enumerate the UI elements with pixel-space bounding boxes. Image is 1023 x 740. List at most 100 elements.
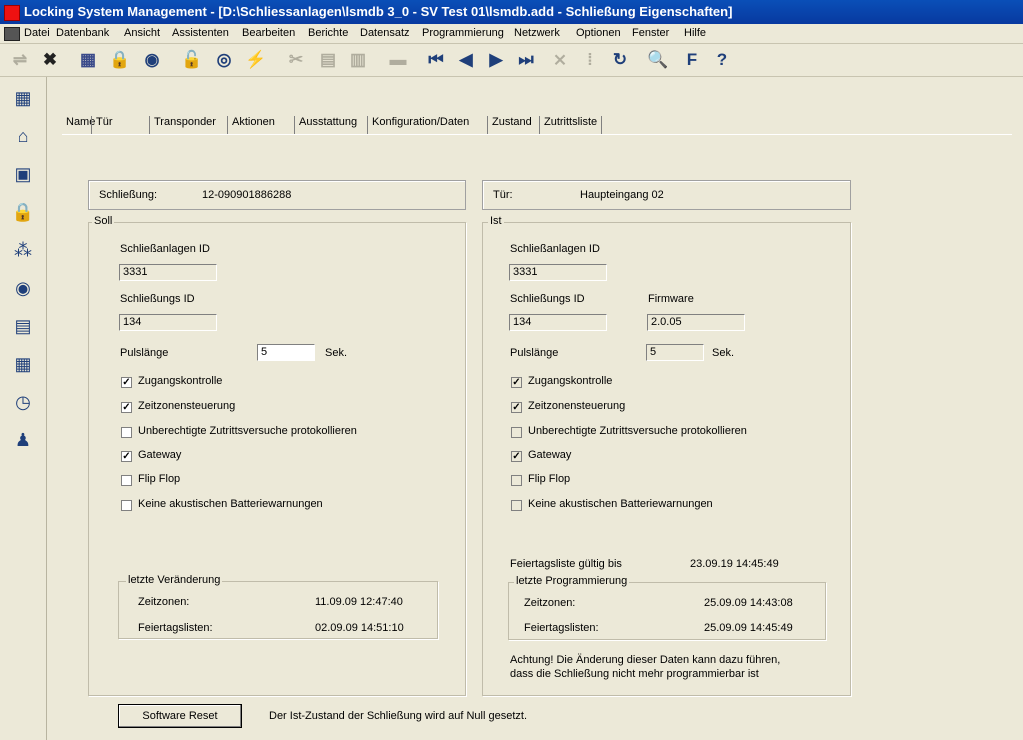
print-icon[interactable]: ▬ xyxy=(386,48,410,72)
search-icon[interactable]: 🔍 xyxy=(646,48,670,72)
soll-pulse-input[interactable]: 5 xyxy=(257,344,315,361)
title-bar[interactable]: Locking System Management - [D:\Schliess… xyxy=(0,0,1023,24)
menu-fenster[interactable]: Fenster xyxy=(632,27,669,39)
menu-berichte[interactable]: Berichte xyxy=(308,27,348,39)
ist-zeitzonensteuerung-checkbox: ✓ xyxy=(511,402,522,413)
ist-system-id-label: Schließanlagen ID xyxy=(510,243,600,255)
filter-icon[interactable]: F xyxy=(680,48,704,72)
soll-gateway-label: Gateway xyxy=(138,449,182,461)
ist-timezones-label: Zeitzonen: xyxy=(524,597,576,609)
transponder-query-icon[interactable]: ◎ xyxy=(212,48,236,72)
add-lock-icon[interactable]: 🔒 xyxy=(108,48,132,72)
soll-zeitzonensteuerung-checkbox[interactable]: ✓ xyxy=(121,402,132,413)
menu-hilfe[interactable]: Hilfe xyxy=(684,27,706,39)
ist-zugangskontrolle-label: Zugangskontrolle xyxy=(528,375,613,387)
prev-record-icon[interactable]: ◀ xyxy=(454,48,478,72)
soll-timezones-value: 11.09.09 12:47:40 xyxy=(315,596,403,608)
home-icon[interactable]: ⌂ xyxy=(10,123,36,149)
soll-zugangskontrolle-label: Zugangskontrolle xyxy=(138,375,223,387)
ist-pulse-unit: Sek. xyxy=(712,347,735,359)
soll-system-id-field[interactable]: 3331 xyxy=(119,264,217,281)
lock-value: 12-090901886288 xyxy=(202,189,292,201)
paste-icon[interactable]: ▥ xyxy=(346,48,370,72)
ist-zeitzonensteuerung-label: Zeitzonensteuerung xyxy=(528,400,626,412)
transponder-icon[interactable]: ◉ xyxy=(10,275,36,301)
menu-bearbeiten[interactable]: Bearbeiten xyxy=(242,27,295,39)
soll-flipflop-label: Flip Flop xyxy=(138,473,181,485)
door-value: Haupteingang 02 xyxy=(580,189,664,201)
ist-programming-title: letzte Programmierung xyxy=(514,575,630,587)
ist-warning-line2: dass die Schließung nicht mehr programmi… xyxy=(510,668,759,680)
person-icon[interactable]: ♟ xyxy=(10,427,36,453)
side-toolbar: ▦ ⌂ ▣ 🔒 ⁂ ◉ ▤ ▦ ◷ ♟ xyxy=(0,77,47,740)
ist-holidays-value: 25.09.09 14:45:49 xyxy=(704,622,793,634)
table-icon[interactable]: ▤ xyxy=(10,313,36,339)
soll-batteriewarnungen-checkbox[interactable] xyxy=(121,500,132,511)
group-icon[interactable]: ⁂ xyxy=(10,237,36,263)
ist-holiday-valid-label: Feiertagsliste gültig bis xyxy=(510,558,622,570)
menu-datenbank[interactable]: Datenbank xyxy=(56,27,109,39)
menu-optionen[interactable]: Optionen xyxy=(576,27,621,39)
soll-lock-id-field[interactable]: 134 xyxy=(119,314,217,331)
soll-batteriewarnungen-label: Keine akustischen Batteriewarnungen xyxy=(138,498,323,510)
menu-datei[interactable]: Datei xyxy=(24,27,50,39)
software-reset-button[interactable]: Software Reset xyxy=(118,704,242,728)
clock-icon[interactable]: ◷ xyxy=(10,389,36,415)
ist-lock-id-field: 134 xyxy=(509,314,607,331)
save-record-icon[interactable]: ⁞ xyxy=(578,48,602,72)
menu-assistenten[interactable]: Assistenten xyxy=(172,27,229,39)
tab-zutrittsliste[interactable]: Zutrittsliste xyxy=(539,116,603,134)
tab-ausstattung[interactable]: Ausstattung xyxy=(294,116,357,134)
help-icon[interactable]: ? xyxy=(710,48,734,72)
tab-tuer[interactable]: Tür xyxy=(91,116,113,134)
ist-protokollieren-checkbox xyxy=(511,427,522,438)
soll-flipflop-checkbox[interactable] xyxy=(121,475,132,486)
soll-protokollieren-checkbox[interactable] xyxy=(121,427,132,438)
soll-zeitzonensteuerung-label: Zeitzonensteuerung xyxy=(138,400,236,412)
menu-ansicht[interactable]: Ansicht xyxy=(124,27,160,39)
tab-zustand[interactable]: Zustand xyxy=(487,116,532,134)
door-icon[interactable]: ▣ xyxy=(10,161,36,187)
soll-pulse-label: Pulslänge xyxy=(120,347,169,359)
soll-pulse-unit: Sek. xyxy=(325,347,348,359)
tab-divider xyxy=(62,134,1012,135)
ist-holidays-label: Feiertagslisten: xyxy=(524,622,599,634)
delete-record-icon[interactable]: ⨯ xyxy=(548,48,572,72)
arrow-icon[interactable]: ⇌ xyxy=(8,48,32,72)
menu-programmierung[interactable]: Programmierung xyxy=(422,27,504,39)
menu-datensatz[interactable]: Datensatz xyxy=(360,27,410,39)
refresh-icon[interactable]: ↻ xyxy=(608,48,632,72)
document-window-icon[interactable] xyxy=(4,27,20,41)
lock-icon[interactable]: 🔒 xyxy=(10,199,36,225)
lightning-icon[interactable]: ⚡ xyxy=(244,48,268,72)
soll-lock-id-label: Schließungs ID xyxy=(120,293,195,305)
soll-title: Soll xyxy=(92,215,115,227)
ist-batteriewarnungen-checkbox xyxy=(511,500,522,511)
soll-holidays-label: Feiertagslisten: xyxy=(138,622,213,634)
ist-gateway-checkbox: ✓ xyxy=(511,451,522,462)
tab-konfiguration-daten[interactable]: Konfiguration/Daten xyxy=(367,116,469,134)
last-record-icon[interactable]: ⏭ xyxy=(514,48,538,72)
ist-lock-id-label: Schließungs ID xyxy=(510,293,585,305)
tab-transponder[interactable]: Transponder xyxy=(149,116,216,134)
copy-icon[interactable]: ▤ xyxy=(316,48,340,72)
add-transponder-icon[interactable]: ◉ xyxy=(140,48,164,72)
add-record-icon[interactable]: ▦ xyxy=(76,48,100,72)
soll-holidays-value: 02.09.09 14:51:10 xyxy=(315,622,404,634)
ist-zugangskontrolle-checkbox: ✓ xyxy=(511,377,522,388)
lock-query-icon[interactable]: 🔓 xyxy=(180,48,204,72)
cut-icon[interactable]: ✂ xyxy=(284,48,308,72)
lock-info-box: Schließung: 12-090901886288 xyxy=(88,180,466,210)
first-record-icon[interactable]: ⏮ xyxy=(424,48,448,72)
soll-zugangskontrolle-checkbox[interactable]: ✓ xyxy=(121,377,132,388)
grid-view-icon[interactable]: ▦ xyxy=(10,85,36,111)
calendar-icon[interactable]: ▦ xyxy=(10,351,36,377)
ist-firmware-field: 2.0.05 xyxy=(647,314,745,331)
next-record-icon[interactable]: ▶ xyxy=(484,48,508,72)
ist-flipflop-label: Flip Flop xyxy=(528,473,571,485)
delete-x-icon[interactable]: ✖ xyxy=(38,48,62,72)
ist-flipflop-checkbox xyxy=(511,475,522,486)
menu-netzwerk[interactable]: Netzwerk xyxy=(514,27,560,39)
soll-gateway-checkbox[interactable]: ✓ xyxy=(121,451,132,462)
tab-aktionen[interactable]: Aktionen xyxy=(227,116,275,134)
